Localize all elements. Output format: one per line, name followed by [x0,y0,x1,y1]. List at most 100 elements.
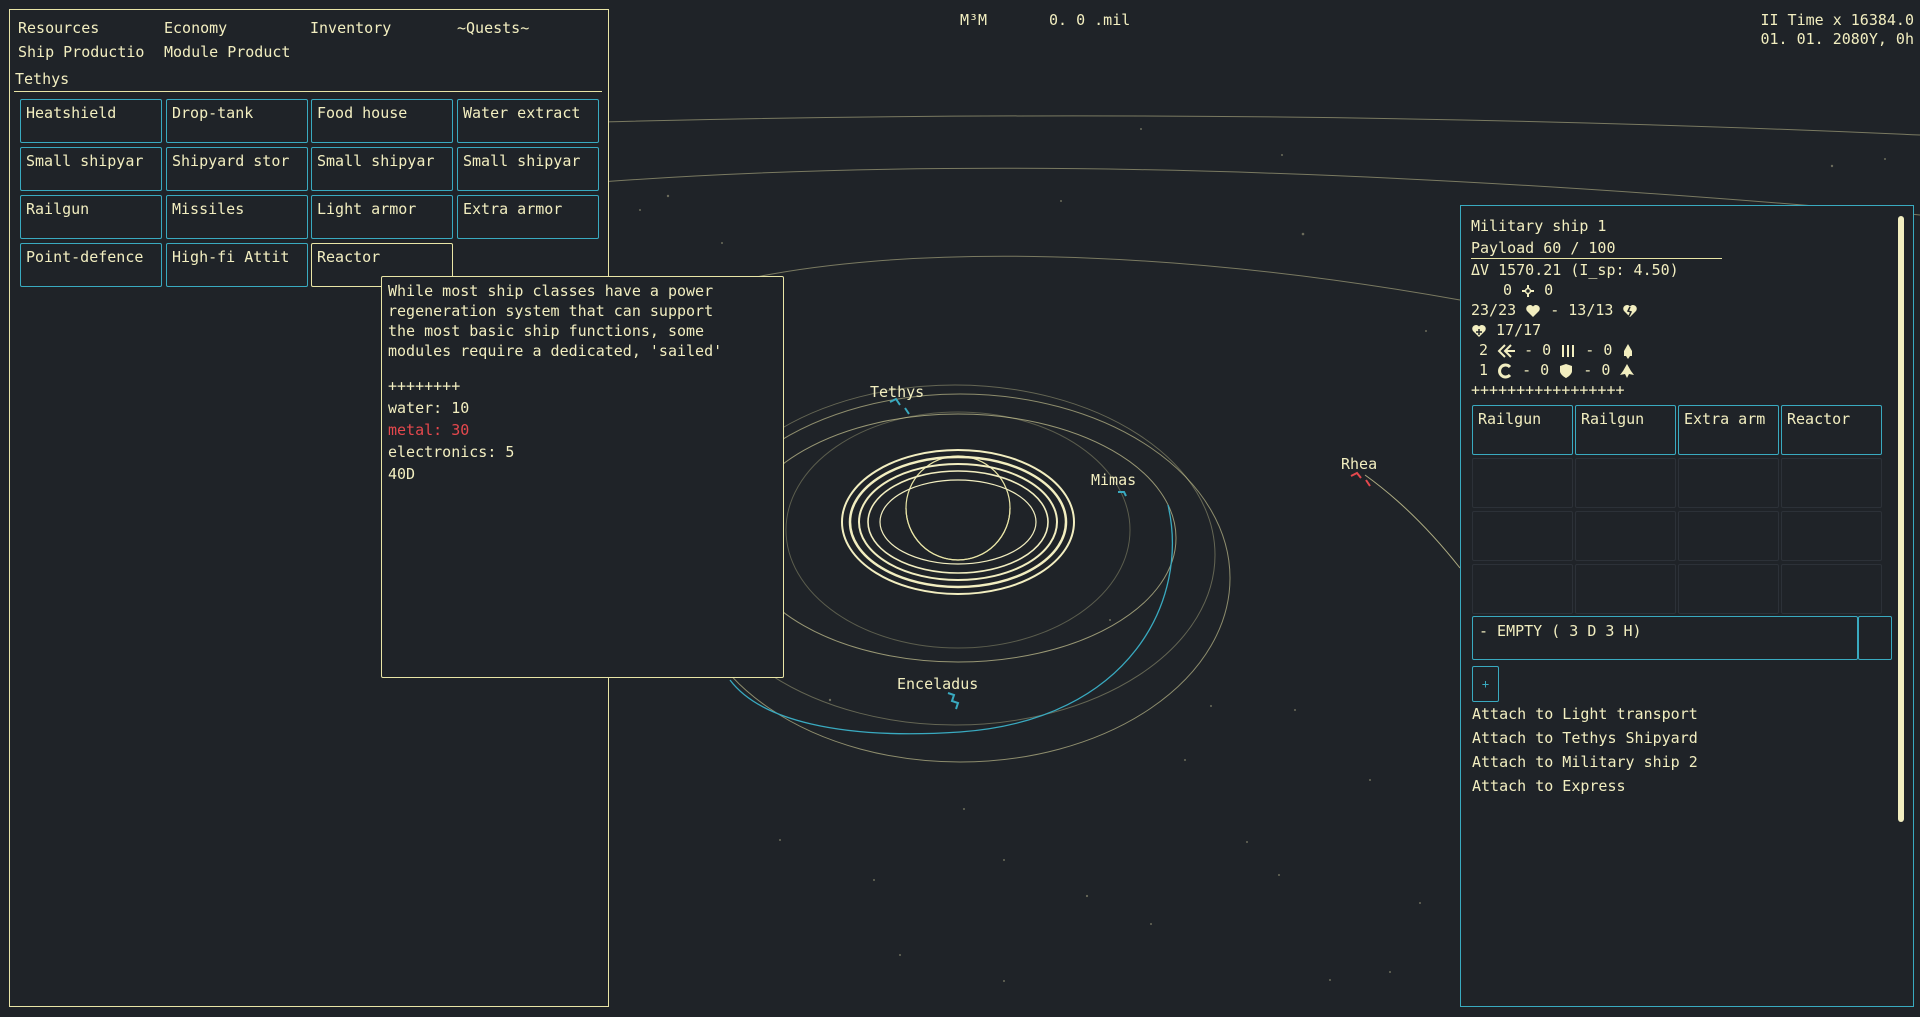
module-slot[interactable]: Railgun [1575,405,1676,455]
tooltip-description-line: modules require a dedicated, 'sailed' [388,342,723,360]
module-button[interactable]: Light armor [311,195,453,239]
rhea-marker[interactable] [1350,471,1371,487]
stat-separator: - [1524,341,1534,359]
tethys-marker[interactable] [889,397,910,415]
rocket-icon [1624,343,1633,359]
location-title: Tethys [15,70,70,88]
module-button[interactable]: Point-defence [20,243,162,287]
broken-heart-icon [1623,304,1638,317]
stat-row-weapons: 2 - 0 - 0 [1479,341,1635,359]
module-slot[interactable]: Extra arm [1678,405,1779,455]
ship-name[interactable]: Military ship 1 [1471,217,1606,235]
stat-value: 0 [1601,361,1611,379]
module-button[interactable]: Shipyard stor [166,147,308,191]
stat-value: 0 [1542,341,1552,359]
game-date: 01. 01. 2080Y, 0h [1760,30,1914,48]
module-button[interactable]: Small shipyar [311,147,453,191]
stat-value: 0 [1503,281,1513,299]
module-slot-empty[interactable] [1678,511,1779,561]
schedule-side-button[interactable] [1858,616,1892,660]
attach-option[interactable]: Attach to Light transport [1472,705,1698,723]
ship-panel: Military ship 1 Payload 60 / 100 ΔV 1570… [1460,205,1914,1007]
heart-shield-icon [1472,324,1486,337]
module-slot-empty[interactable] [1781,564,1882,614]
attach-option[interactable]: Attach to Military ship 2 [1472,753,1698,771]
stat-separator: - [1583,361,1593,379]
stat-row-defence: 1 - 0 - 0 [1479,361,1635,379]
stat-separator: - [1522,361,1532,379]
map-label-rhea[interactable]: Rhea [1341,455,1377,473]
stat-row-health: 23/23 - 13/13 [1471,301,1638,319]
time-multiplier[interactable]: II Time x 16384.0 [1760,11,1914,29]
attach-option[interactable]: Attach to Express [1472,777,1626,795]
menu-quests[interactable]: ~Quests~ [457,19,529,37]
rhea-orbit [1364,474,1461,569]
schedule-field[interactable]: - EMPTY ( 3 D 3 H) [1472,616,1858,660]
ship-payload: Payload 60 / 100 [1471,239,1616,257]
menu-inventory[interactable]: Inventory [310,19,391,37]
add-order-button[interactable]: + [1472,666,1499,702]
hull-value: 23/23 [1471,301,1517,319]
attach-option[interactable]: Attach to Tethys Shipyard [1472,729,1698,747]
module-slot-empty[interactable] [1472,458,1573,508]
module-button[interactable]: Missiles [166,195,308,239]
stat-value: 0 [1540,361,1550,379]
slots-separator: +++++++++++++++++ [1471,381,1625,399]
stat-value: 0 [1544,281,1554,299]
module-button[interactable]: Drop-tank [166,99,308,143]
module-slot-empty[interactable] [1575,564,1676,614]
module-slot[interactable]: Railgun [1472,405,1573,455]
cost-water: water: 10 [388,399,470,417]
stat-value: 1 [1479,361,1489,379]
map-label-tethys[interactable]: Tethys [870,383,924,401]
menu-economy[interactable]: Economy [164,19,227,37]
module-slot-empty[interactable] [1678,458,1779,508]
stat-row-crew: 0 0 [1503,281,1553,299]
tab-module-production[interactable]: Module Product [164,43,290,61]
title-divider [14,91,602,92]
module-slot-empty[interactable] [1781,511,1882,561]
module-tooltip: While most ship classes have a power reg… [381,276,784,678]
military-value: 0. 0 .mil [1049,11,1131,29]
module-slot-empty[interactable] [1472,511,1573,561]
stat-value: 0 [1603,341,1613,359]
railgun-icon [1562,344,1575,357]
thruster-icon [1620,363,1635,378]
tooltip-separator: ++++++++ [388,377,461,395]
enceladus-marker[interactable] [947,692,960,710]
module-slot-empty[interactable] [1575,511,1676,561]
crosshair-icon [1522,284,1535,297]
tooltip-description-line: regeneration system that can support [388,302,714,320]
cost-build-time: 40D [388,465,416,483]
heart-icon [1526,304,1540,317]
payload-divider [1471,258,1722,259]
map-label-enceladus[interactable]: Enceladus [897,675,978,693]
currency-label: M³M [960,11,988,29]
module-button[interactable]: Extra armor [457,195,599,239]
menu-resources[interactable]: Resources [18,19,99,37]
module-button[interactable]: Small shipyar [457,147,599,191]
point-defence-icon [1498,363,1512,378]
module-slot-empty[interactable] [1575,458,1676,508]
module-button[interactable]: Heatshield [20,99,162,143]
module-button[interactable]: High-fi Attit [166,243,308,287]
module-slot[interactable]: Reactor [1781,405,1882,455]
stat-value: 2 [1479,341,1489,359]
module-button[interactable]: Railgun [20,195,162,239]
ship-delta-v: ΔV 1570.21 (I_sp: 4.50) [1471,261,1679,279]
stat-separator: - [1550,301,1560,319]
map-label-mimas[interactable]: Mimas [1091,471,1136,489]
module-button[interactable]: Food house [311,99,453,143]
module-button[interactable]: Water extract [457,99,599,143]
module-button[interactable]: Small shipyar [20,147,162,191]
module-slot-empty[interactable] [1781,458,1882,508]
missile-volley-icon [1497,343,1516,358]
module-slot-empty[interactable] [1678,564,1779,614]
shield-value: 17/17 [1496,321,1542,339]
module-slot-empty[interactable] [1472,564,1573,614]
stat-separator: - [1585,341,1595,359]
tooltip-description-line: While most ship classes have a power [388,282,714,300]
tab-ship-production[interactable]: Ship Productio [18,43,144,61]
panel-scrollbar[interactable] [1898,216,1904,822]
saturn-planet[interactable] [841,449,1075,595]
